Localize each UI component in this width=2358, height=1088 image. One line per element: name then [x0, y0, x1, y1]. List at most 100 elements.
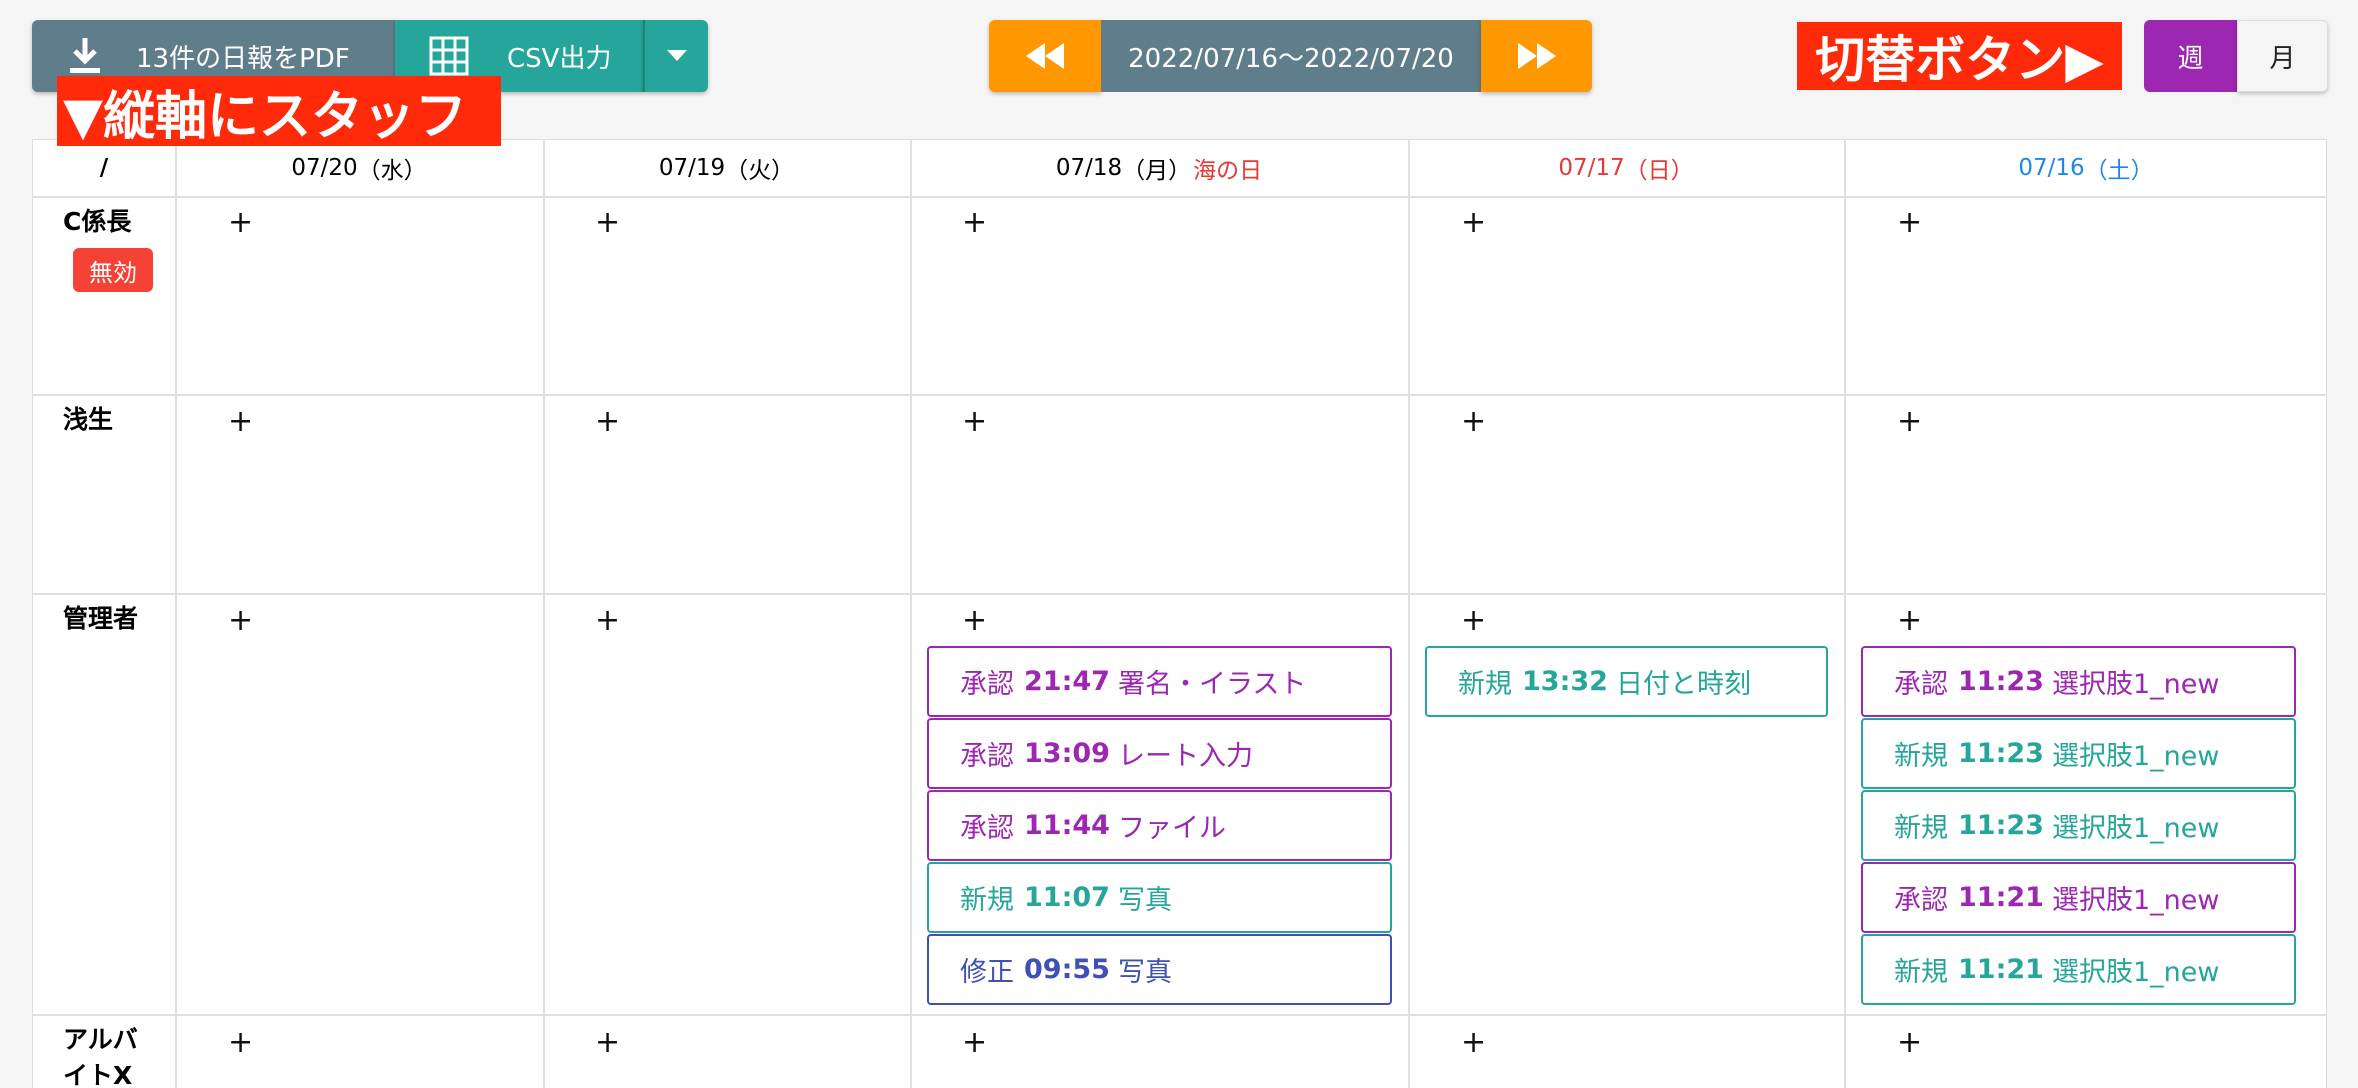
add-report-button[interactable]: +	[228, 208, 253, 238]
csv-export-label: CSV出力	[507, 43, 612, 74]
holiday-name: 海の日	[1193, 158, 1263, 184]
report-title: 写真	[1117, 885, 1172, 916]
grid-divider	[33, 593, 2326, 595]
column-header-0718: 07/18 （月） 海の日	[910, 140, 1408, 196]
report-entry[interactable]: 承認 11:21 選択肢1_new	[1861, 862, 2296, 933]
report-entry[interactable]: 承認 21:47 署名・イラスト	[927, 646, 1392, 717]
report-entry[interactable]: 新規 13:32 日付と時刻	[1425, 646, 1828, 717]
report-entry[interactable]: 承認 11:44 ファイル	[927, 790, 1392, 861]
grid-divider	[33, 394, 2326, 396]
column-header-0717: 07/17 （日）	[1408, 140, 1844, 196]
report-entry[interactable]: 新規 11:23 選択肢1_new	[1861, 790, 2296, 861]
add-report-button[interactable]: +	[1897, 407, 1922, 437]
add-report-button[interactable]: +	[228, 407, 253, 437]
staff-name: C係長	[63, 207, 132, 236]
report-entry[interactable]: 承認 11:23 選択肢1_new	[1861, 646, 2296, 717]
add-report-button[interactable]: +	[1461, 407, 1486, 437]
grid-divider	[175, 140, 177, 1088]
report-title: 写真	[1117, 957, 1172, 988]
report-time: 11:44	[1024, 810, 1110, 841]
report-status: 承認	[960, 669, 1014, 700]
report-title: ファイル	[1117, 813, 1226, 844]
report-time: 11:23	[1958, 738, 2044, 769]
report-status: 新規	[1458, 669, 1512, 700]
add-report-button[interactable]: +	[962, 208, 987, 238]
column-weekday: （日）	[1624, 158, 1694, 184]
add-report-button[interactable]: +	[962, 606, 987, 636]
report-status: 承認	[960, 741, 1014, 772]
download-icon	[70, 38, 100, 73]
column-weekday: （火）	[725, 158, 795, 184]
pdf-export-label: 13件の日報をPDF	[136, 43, 350, 74]
add-report-button[interactable]: +	[1461, 1028, 1486, 1058]
add-report-button[interactable]: +	[962, 407, 987, 437]
report-status: 承認	[1894, 669, 1948, 700]
add-report-button[interactable]: +	[962, 1028, 987, 1058]
fast-forward-icon	[1517, 43, 1556, 69]
report-status: 修正	[960, 957, 1014, 988]
add-report-button[interactable]: +	[228, 1028, 253, 1058]
staff-name: アルバイトX	[63, 1025, 138, 1088]
add-report-button[interactable]: +	[1897, 606, 1922, 636]
report-entry[interactable]: 新規 11:07 写真	[927, 862, 1392, 933]
column-weekday: （月）	[1122, 158, 1192, 184]
column-header-0716: 07/16 （土）	[1844, 140, 2328, 196]
csv-options-dropdown[interactable]	[643, 20, 708, 92]
report-title: 選択肢1_new	[2051, 813, 2220, 844]
column-date: 07/19	[658, 155, 726, 181]
report-entry[interactable]: 新規 11:21 選択肢1_new	[1861, 934, 2296, 1005]
report-title: 署名・イラスト	[1117, 669, 1307, 700]
annotation-staff-axis: ▼縦軸にスタッフ	[57, 76, 501, 147]
grid-divider	[1844, 140, 1846, 1088]
column-date: 07/18	[1055, 155, 1123, 181]
date-range-display: 2022/07/16〜2022/07/20	[1101, 20, 1481, 92]
report-title: 選択肢1_new	[2051, 885, 2220, 916]
column-date: 07/20	[291, 155, 358, 181]
grid-divider	[543, 140, 545, 1088]
previous-period-button[interactable]	[989, 20, 1101, 92]
report-time: 11:07	[1024, 882, 1110, 913]
add-report-button[interactable]: +	[1897, 208, 1922, 238]
report-entry[interactable]: 新規 11:23 選択肢1_new	[1861, 718, 2296, 789]
grid-divider	[910, 140, 912, 1088]
add-report-button[interactable]: +	[595, 208, 620, 238]
column-weekday: （土）	[2084, 158, 2154, 184]
add-report-button[interactable]: +	[1897, 1028, 1922, 1058]
report-title: 日付と時刻	[1615, 669, 1751, 700]
staff-week-grid: / 07/20 （水） 07/19 （火） 07/18 （月） 海の日 07/17 （日）…	[32, 139, 2327, 1088]
next-period-button[interactable]	[1481, 20, 1592, 92]
report-entry[interactable]: 修正 09:55 写真	[927, 934, 1392, 1005]
add-report-button[interactable]: +	[1461, 606, 1486, 636]
staff-name: 管理者	[63, 604, 139, 633]
column-date: 07/16	[2018, 155, 2085, 181]
report-status: 承認	[1894, 885, 1948, 916]
report-title: 選択肢1_new	[2051, 957, 2220, 988]
report-time: 11:21	[1958, 882, 2044, 913]
week-view-button[interactable]: 週	[2144, 20, 2237, 92]
report-time: 11:23	[1958, 810, 2044, 841]
report-status: 新規	[1894, 957, 1948, 988]
report-time: 13:09	[1024, 738, 1110, 769]
add-report-button[interactable]: +	[595, 606, 620, 636]
grid-divider	[33, 196, 2326, 198]
month-view-button[interactable]: 月	[2237, 20, 2328, 92]
report-status: 承認	[960, 813, 1014, 844]
grid-divider	[33, 1014, 2326, 1016]
add-report-button[interactable]: +	[1461, 208, 1486, 238]
add-report-button[interactable]: +	[595, 407, 620, 437]
staff-name: 浅生	[63, 405, 114, 434]
add-report-button[interactable]: +	[595, 1028, 620, 1058]
report-time: 11:23	[1958, 666, 2044, 697]
column-header-0719: 07/19 （火）	[543, 140, 910, 196]
column-date: 07/17	[1558, 155, 1625, 181]
report-title: 選択肢1_new	[2051, 741, 2220, 772]
report-status: 新規	[960, 885, 1014, 916]
report-status: 新規	[1894, 741, 1948, 772]
report-time: 11:21	[1958, 954, 2044, 985]
report-time: 09:55	[1024, 954, 1110, 985]
report-entry[interactable]: 承認 13:09 レート入力	[927, 718, 1392, 789]
report-time: 21:47	[1024, 666, 1110, 697]
report-title: レート入力	[1117, 741, 1253, 772]
add-report-button[interactable]: +	[228, 606, 253, 636]
grid-icon	[429, 36, 469, 76]
